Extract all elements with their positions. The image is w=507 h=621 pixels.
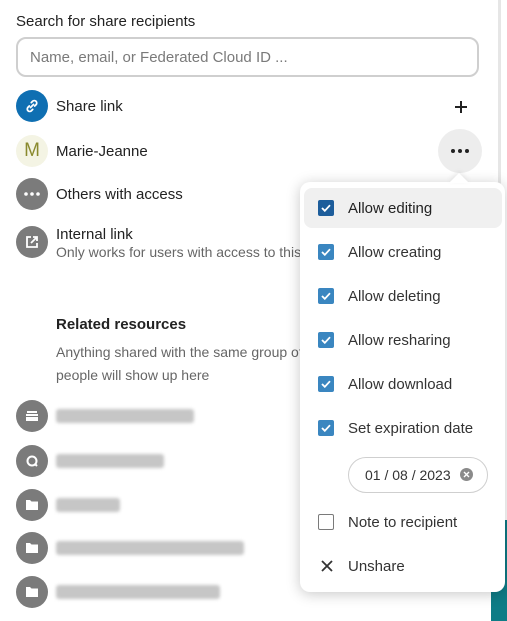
- checkbox-checked-icon[interactable]: [318, 244, 334, 260]
- checkbox-checked-icon[interactable]: [318, 288, 334, 304]
- checkbox-checked-icon[interactable]: [318, 200, 334, 216]
- menu-item-label: Allow resharing: [348, 331, 451, 349]
- link-icon: [16, 90, 48, 122]
- internal-link-row[interactable]: Internal link Only works for users with …: [16, 226, 316, 260]
- more-icon: [16, 178, 48, 210]
- talk-icon: [16, 445, 48, 477]
- blurred-resource-name: [56, 409, 194, 423]
- blurred-resource-name: [56, 498, 120, 512]
- search-input[interactable]: [18, 39, 477, 75]
- recipient-row[interactable]: M Marie-Jeanne: [16, 135, 148, 167]
- share-link-row[interactable]: Share link: [16, 90, 123, 122]
- blurred-resource-name: [56, 454, 164, 468]
- menu-item-label: Unshare: [348, 557, 405, 575]
- menu-item-label: Allow download: [348, 375, 453, 393]
- related-resource-item[interactable]: [16, 532, 244, 564]
- share-link-label: Share link: [56, 97, 123, 115]
- expiration-date-value: 01 / 08 / 2023: [365, 467, 451, 483]
- related-resources-title: Related resources: [56, 316, 187, 333]
- deck-icon: [16, 400, 48, 432]
- menu-item-allow-editing[interactable]: Allow editing: [304, 188, 502, 228]
- dot: [451, 149, 455, 153]
- related-resource-item[interactable]: [16, 576, 220, 608]
- search-label: Search for share recipients: [16, 13, 196, 30]
- menu-item-allow-deleting[interactable]: Allow deleting: [304, 276, 502, 316]
- menu-item-set-expiration-date[interactable]: Set expiration date: [304, 408, 502, 448]
- blurred-resource-name: [56, 585, 220, 599]
- dot: [465, 149, 469, 153]
- menu-item-allow-download[interactable]: Allow download: [304, 364, 502, 404]
- menu-item-label: Allow deleting: [348, 287, 441, 305]
- menu-item-allow-resharing[interactable]: Allow resharing: [304, 320, 502, 360]
- folder-icon: [16, 576, 48, 608]
- menu-arrow: [449, 173, 469, 183]
- checkbox-checked-icon[interactable]: [318, 376, 334, 392]
- related-resource-item[interactable]: [16, 445, 164, 477]
- close-icon: [320, 559, 334, 573]
- menu-item-allow-creating[interactable]: Allow creating: [304, 232, 502, 272]
- blurred-resource-name: [56, 541, 244, 555]
- menu-item-label: Note to recipient: [348, 513, 458, 531]
- add-link-button[interactable]: [448, 94, 474, 120]
- menu-item-note-to-recipient[interactable]: Note to recipient: [304, 502, 502, 542]
- related-resources-description: Anything shared with the same group of p…: [56, 344, 303, 383]
- clear-date-icon[interactable]: [460, 468, 473, 481]
- recipient-name: Marie-Jeanne: [56, 142, 148, 160]
- checkbox-unchecked-icon[interactable]: [318, 514, 334, 530]
- search-field[interactable]: [16, 37, 479, 77]
- folder-icon: [16, 532, 48, 564]
- menu-item-label: Set expiration date: [348, 419, 474, 437]
- others-with-access-row[interactable]: Others with access: [16, 178, 183, 210]
- menu-item-unshare[interactable]: Unshare: [304, 546, 502, 586]
- internal-link-title: Internal link: [56, 226, 133, 243]
- others-label: Others with access: [56, 185, 183, 203]
- expiration-date-input[interactable]: 01 / 08 / 2023: [348, 457, 488, 493]
- folder-icon: [16, 489, 48, 521]
- menu-item-label: Allow editing: [348, 199, 433, 217]
- plus-icon: [455, 101, 467, 113]
- share-actions-button[interactable]: [438, 129, 482, 173]
- checkbox-checked-icon[interactable]: [318, 332, 334, 348]
- dot: [458, 149, 462, 153]
- checkbox-checked-icon[interactable]: [318, 420, 334, 436]
- external-link-icon: [16, 226, 48, 258]
- related-resource-item[interactable]: [16, 489, 120, 521]
- related-resource-item[interactable]: [16, 400, 194, 432]
- internal-link-subtitle: Only works for users with access to this…: [56, 244, 316, 260]
- avatar: M: [16, 135, 48, 167]
- menu-item-label: Allow creating: [348, 243, 442, 261]
